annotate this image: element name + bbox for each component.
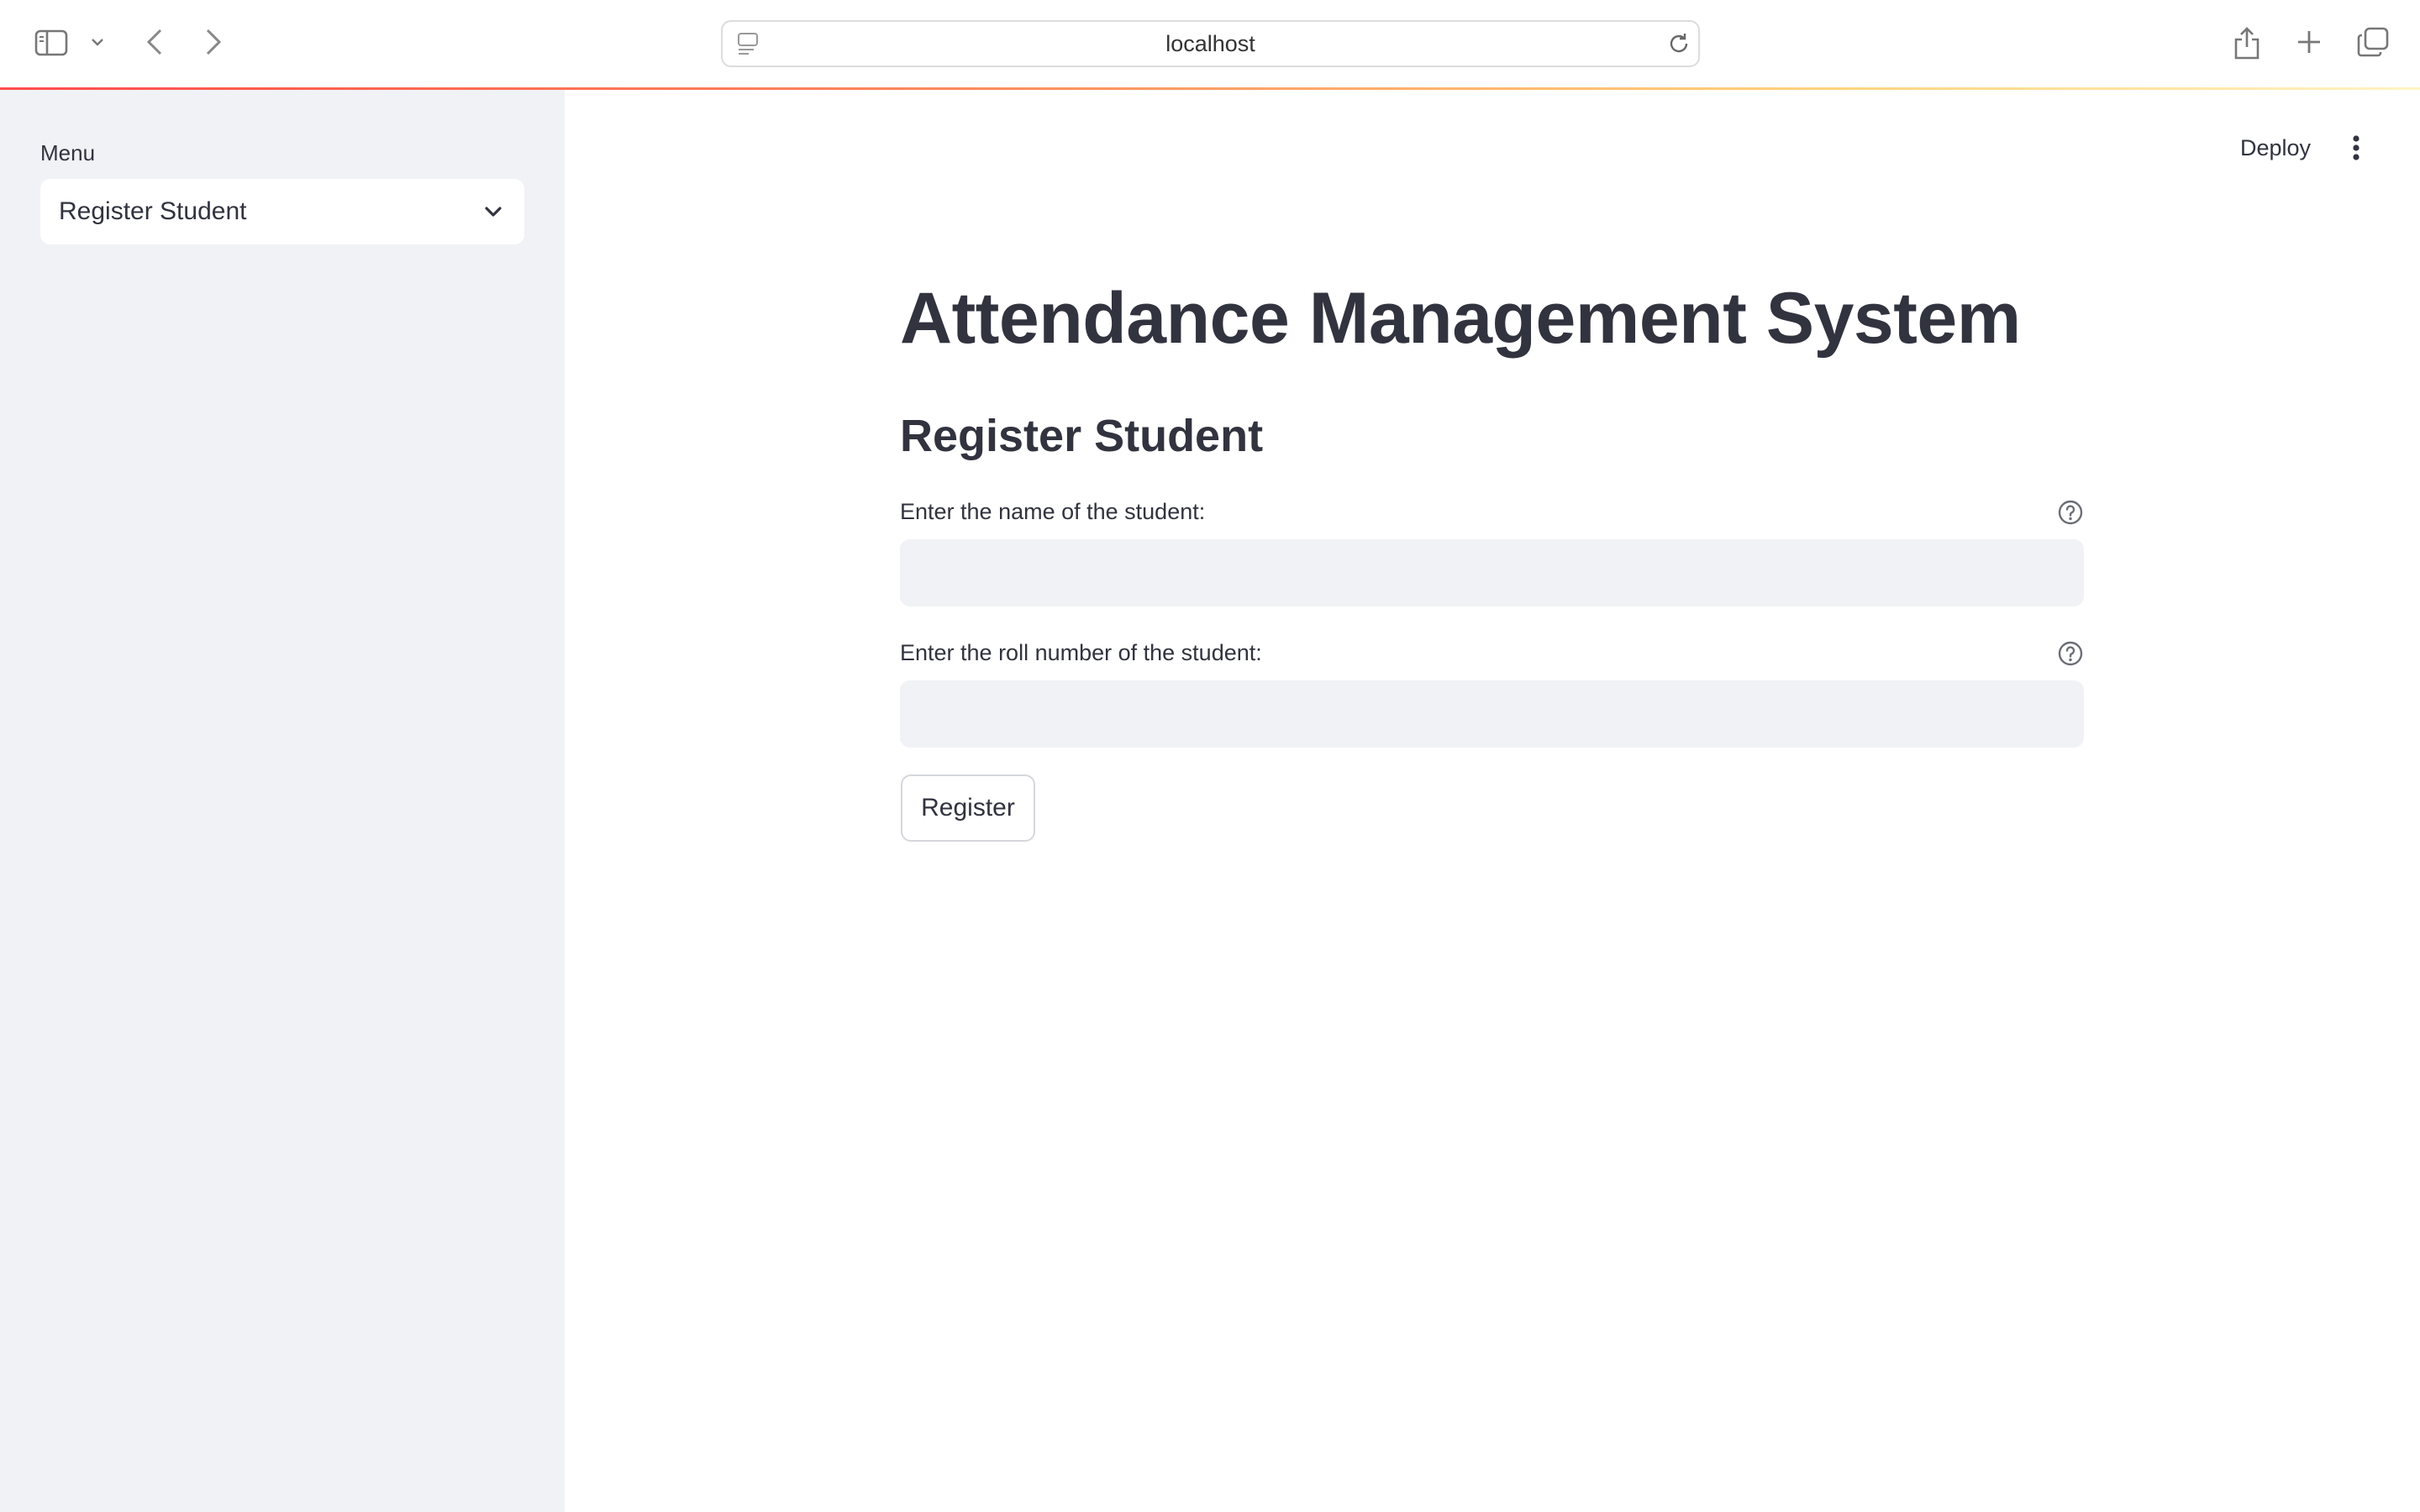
sidebar-toggle-icon[interactable]: [32, 25, 71, 60]
help-icon[interactable]: [2057, 640, 2084, 667]
back-arrow-icon[interactable]: [141, 25, 168, 59]
menu-select-value: Register Student: [59, 197, 247, 225]
address-bar[interactable]: localhost: [721, 20, 1700, 67]
name-field-label: Enter the name of the student:: [900, 499, 1206, 524]
more-menu-icon[interactable]: [2338, 126, 2375, 170]
menu-label: Menu: [40, 140, 96, 165]
page-title: Attendance Management System: [900, 278, 2021, 359]
sidebar: [0, 90, 565, 1512]
roll-number-input[interactable]: [900, 680, 2084, 748]
deploy-button[interactable]: Deploy: [2223, 126, 2328, 170]
roll-field-label: Enter the roll number of the student:: [900, 640, 1262, 665]
plus-icon[interactable]: [2292, 25, 2326, 59]
share-icon[interactable]: [2228, 24, 2265, 62]
section-title: Register Student: [900, 411, 1264, 461]
register-button[interactable]: Register: [901, 774, 1035, 842]
chevron-down-icon: [481, 199, 506, 224]
reload-icon[interactable]: [1665, 30, 1692, 57]
tabs-overview-icon[interactable]: [2354, 25, 2391, 59]
forward-arrow-icon[interactable]: [200, 25, 227, 59]
address-text: localhost: [1165, 30, 1255, 56]
chevron-down-icon[interactable]: [87, 32, 108, 52]
browser-toolbar: localhost: [0, 0, 2420, 87]
help-icon[interactable]: [2057, 499, 2084, 526]
menu-select[interactable]: Register Student: [40, 179, 524, 244]
app-root: localhost Menu Register Student Deploy A…: [0, 0, 2420, 1512]
student-name-input[interactable]: [900, 539, 2084, 606]
